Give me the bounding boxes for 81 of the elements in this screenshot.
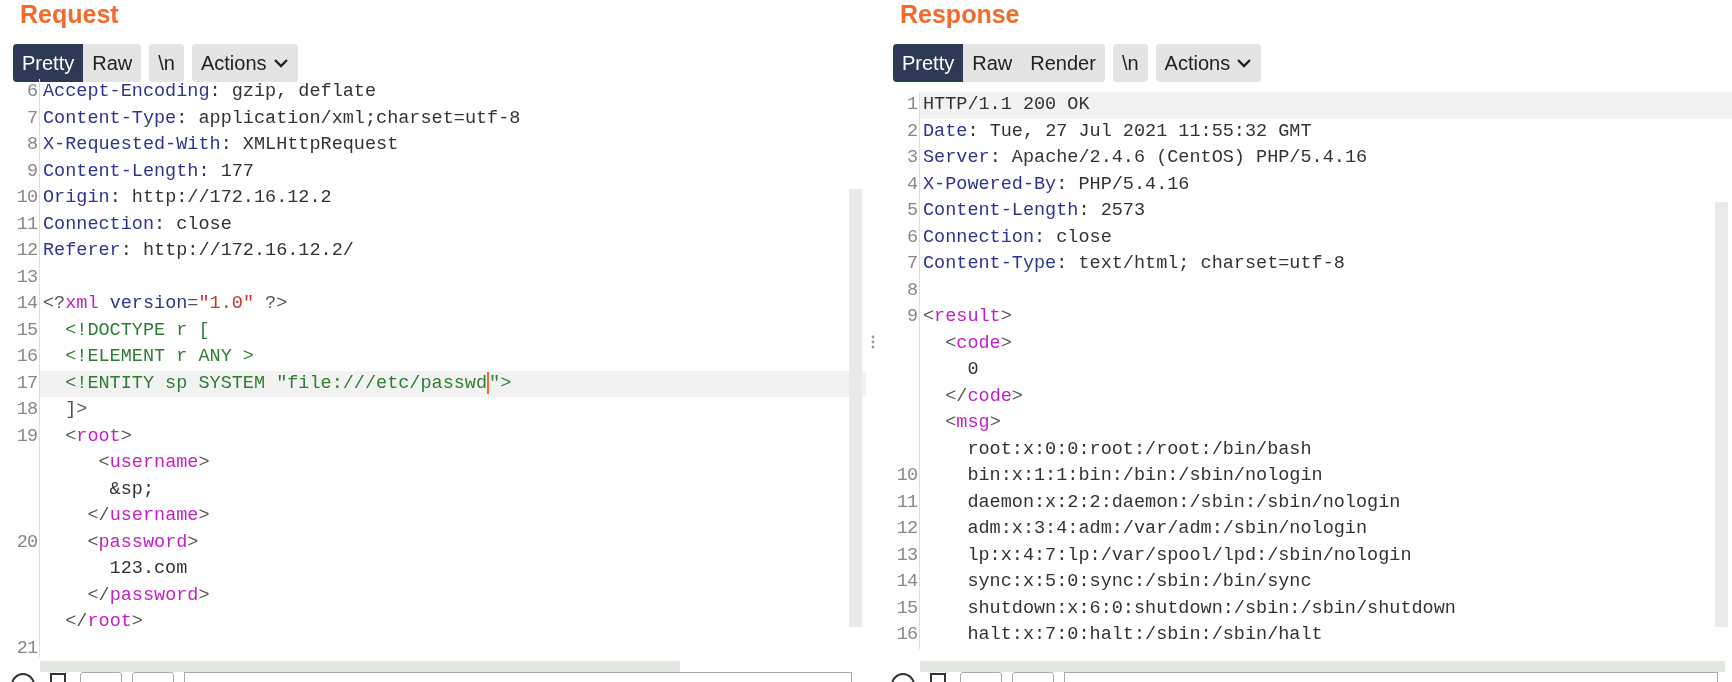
line-number: 10 [880,463,920,490]
line-number: 15 [0,317,40,344]
line-number: 7 [0,105,40,132]
code-line: root:x:0:0:root:/root:/bin/bash [966,437,1313,462]
line-number: 11 [880,489,920,516]
view-tab[interactable]: Pretty [13,44,84,82]
code-line: Referer: http://172.16.12.2/ [42,239,355,263]
code-line: Origin: http://172.16.12.2 [42,186,333,210]
line-number: 14 [880,569,920,596]
code-line: <!ELEMENT r ANY > [64,345,255,369]
view-tab[interactable]: Pretty [893,44,964,82]
line-number: 2 [880,118,920,145]
code-line: <msg> [944,411,1002,435]
code-line: sync:x:5:0:sync:/sbin:/bin/sync [966,570,1313,594]
line-number: 14 [0,291,40,318]
chevron-down-icon [1236,58,1253,68]
line-number: 16 [880,622,920,649]
line-number: 16 [0,344,40,371]
line-number: 15 [880,595,920,622]
code-line: <result> [922,305,1013,329]
code-line: daemon:x:2:2:daemon:/sbin:/sbin/nologin [966,490,1402,515]
line-number: 20 [0,529,40,556]
line-number: 8 [880,277,920,304]
horizontal-scrollbar[interactable] [920,661,1725,672]
line-number: 9 [880,304,920,331]
code-line: &sp; [108,477,156,502]
code-line: X-Requested-With: XMLHttpRequest [42,133,400,157]
code-line: Content-Length: 2573 [922,199,1147,223]
code-line: </username> [86,504,211,528]
code-line: 123.com [108,557,189,581]
actions-button[interactable]: Actions [1155,44,1262,82]
code-line: <username> [97,451,211,475]
line-number: 6 [0,79,40,106]
line-number: 4 [880,171,920,198]
actions-button[interactable]: Actions [191,44,298,82]
line-number: 13 [0,264,40,291]
line-number: 11 [0,211,40,238]
code-line: ]> [64,398,89,422]
code-line: Content-Length: 177 [42,159,255,184]
code-line: X-Powered-By: PHP/5.4.16 [922,172,1191,197]
code-line: Connection: close [922,225,1113,250]
code-line: <!DOCTYPE r [ [64,318,211,343]
code-line: <?xml version="1.0" ?> [42,292,289,316]
line-number: 12 [0,238,40,265]
code-line: Accept-Encoding: gzip, deflate [42,80,378,104]
pane-title: Request [19,0,119,30]
code-line: Server: Apache/2.4.6 (CentOS) PHP/5.4.16 [922,146,1369,170]
code-line: </code> [944,384,1024,409]
pane-title: Response [899,0,1020,30]
line-number: 18 [0,397,40,424]
code-line: </password> [86,583,211,608]
code-line: Content-Type: application/xml;charset=utf-8 [42,106,522,131]
horizontal-scrollbar[interactable] [40,661,680,672]
code-line: </root> [64,610,144,634]
line-number: 19 [0,423,40,450]
line-number: 3 [880,145,920,172]
line-number: 8 [0,132,40,159]
code-line: 0 [966,358,980,382]
line-number: 6 [880,224,920,251]
drag-handle-icon[interactable] [871,334,875,350]
code-line: adm:x:3:4:adm:/var/adm:/sbin/nologin [966,517,1369,541]
code-line: lp:x:4:7:lp:/var/spool/lpd:/sbin/nologin [966,543,1413,568]
line-number: 12 [880,516,920,543]
line-number: 21 [0,635,40,657]
line-number: 7 [880,251,920,278]
code-line: <code> [944,331,1013,356]
code-line: halt:x:7:0:halt:/sbin:/sbin/halt [966,623,1324,647]
code-line: shutdown:x:6:0:shutdown:/sbin:/sbin/shutdown [966,596,1457,621]
line-number: 5 [880,198,920,225]
line-number: 13 [880,542,920,569]
code-line: Connection: close [42,212,233,237]
newline-toggle-button[interactable]: \n [1112,44,1148,82]
chevron-down-icon [272,58,289,68]
code-line: Date: Tue, 27 Jul 2021 11:55:32 GMT [922,119,1313,144]
newline-toggle-button[interactable]: \n [149,44,184,82]
code-line: <root> [64,424,133,449]
code-line: <password> [86,530,200,555]
line-number: 9 [0,158,40,185]
code-line: bin:x:1:1:bin:/bin:/sbin/nologin [966,464,1324,488]
line-number: 10 [0,185,40,212]
code-line: Content-Type: text/html; charset=utf-8 [922,252,1346,276]
